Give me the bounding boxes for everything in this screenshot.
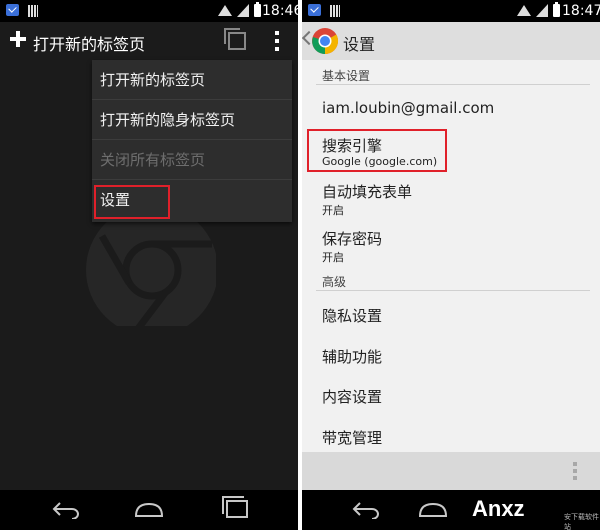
tabs-icon[interactable] bbox=[224, 28, 246, 50]
signal-icon bbox=[536, 4, 548, 17]
section-header-advanced: 高级 bbox=[322, 275, 347, 289]
content-settings-row[interactable]: 内容设置 bbox=[322, 386, 382, 407]
battery-icon bbox=[254, 2, 261, 17]
plus-icon[interactable] bbox=[10, 31, 26, 47]
right-screen: 18:47 设置 基本设置 iam.loubin@gmail.com 搜索引擎 … bbox=[302, 0, 600, 530]
mail-notification-icon bbox=[6, 4, 19, 16]
back-icon[interactable] bbox=[52, 501, 80, 519]
settings-title: 设置 bbox=[343, 35, 376, 54]
search-engine-highlight-box bbox=[307, 129, 447, 172]
back-icon[interactable] bbox=[352, 501, 380, 519]
autofill-value: 开启 bbox=[322, 204, 344, 217]
accessibility-row[interactable]: 辅助功能 bbox=[322, 346, 382, 367]
clock: 18:46 bbox=[262, 3, 298, 19]
watermark-logo: Anxz 安下载软件站 bbox=[472, 496, 600, 530]
action-bar: 打开新的标签页 bbox=[0, 22, 298, 62]
home-icon[interactable] bbox=[134, 500, 164, 520]
watermark-subtext: 安下载软件站 bbox=[564, 513, 599, 530]
divider bbox=[316, 290, 590, 291]
watermark-text: Anxz bbox=[472, 496, 525, 521]
clock: 18:47 bbox=[562, 3, 600, 19]
save-passwords-value: 开启 bbox=[322, 251, 344, 264]
chrome-logo-icon[interactable] bbox=[311, 27, 339, 55]
status-bar: 18:47 bbox=[302, 0, 600, 22]
chrome-logo-icon bbox=[86, 208, 216, 326]
section-header-basic: 基本设置 bbox=[322, 69, 371, 83]
settings-highlight-box bbox=[94, 185, 170, 219]
divider bbox=[316, 84, 590, 85]
navigation-bar bbox=[0, 490, 298, 530]
home-icon[interactable] bbox=[418, 500, 448, 520]
recents-icon[interactable] bbox=[222, 496, 248, 518]
status-bar: 18:46 bbox=[0, 0, 298, 22]
menu-item-close-all-tabs[interactable]: 关闭所有标签页 bbox=[92, 140, 292, 180]
battery-icon bbox=[553, 2, 560, 17]
wifi-icon bbox=[517, 5, 531, 16]
mail-notification-icon bbox=[308, 4, 321, 16]
left-screen: 18:46 打开新的标签页 打开新的标签页 打开新的隐身标签页 关闭所有标签页 … bbox=[0, 0, 298, 530]
navigation-bar: Anxz 安下载软件站 bbox=[302, 490, 600, 530]
signal-icon bbox=[237, 4, 249, 17]
overflow-menu-icon[interactable] bbox=[573, 462, 577, 482]
account-row[interactable]: iam.loubin@gmail.com bbox=[322, 99, 494, 117]
privacy-row[interactable]: 隐私设置 bbox=[322, 305, 382, 326]
wifi-icon bbox=[218, 5, 232, 16]
barcode-notification-icon bbox=[28, 5, 38, 17]
menu-item-new-incognito-tab[interactable]: 打开新的隐身标签页 bbox=[92, 100, 292, 140]
barcode-notification-icon bbox=[330, 5, 340, 17]
bottom-menu-bar bbox=[302, 452, 600, 490]
bandwidth-row[interactable]: 带宽管理 bbox=[322, 427, 382, 448]
new-tab-title[interactable]: 打开新的标签页 bbox=[33, 31, 145, 55]
menu-item-new-tab[interactable]: 打开新的标签页 bbox=[92, 60, 292, 100]
save-passwords-row[interactable]: 保存密码 bbox=[322, 228, 382, 249]
action-bar: 设置 bbox=[302, 22, 600, 60]
overflow-menu-icon[interactable] bbox=[275, 31, 279, 51]
autofill-row[interactable]: 自动填充表单 bbox=[322, 181, 412, 202]
